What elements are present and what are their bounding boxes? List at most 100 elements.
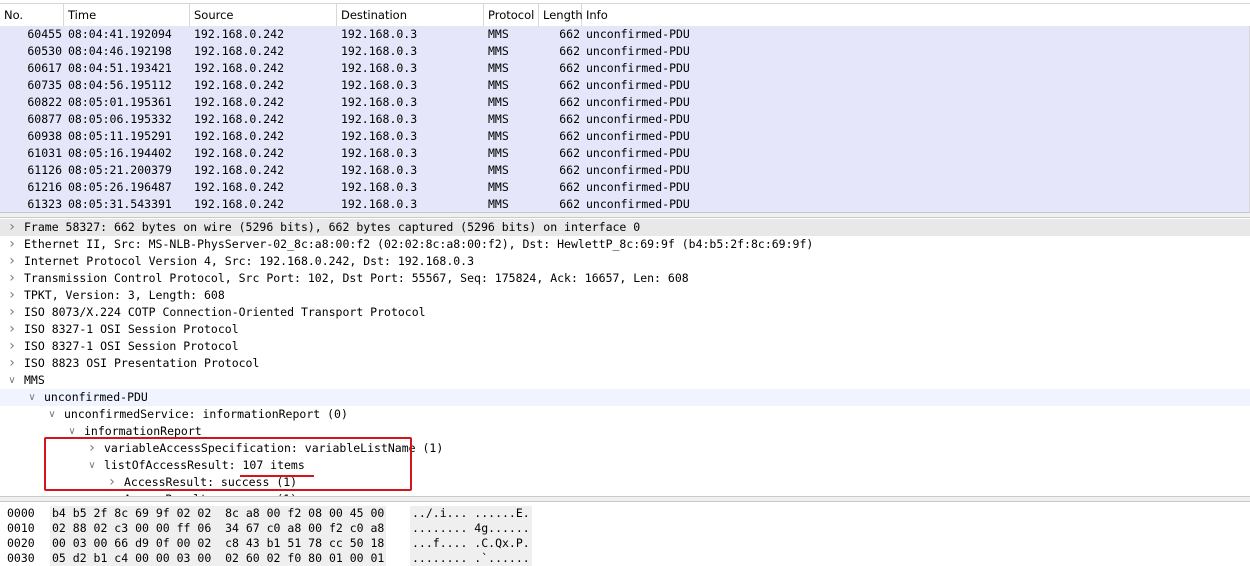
- packet-protocol: MMS: [488, 78, 509, 92]
- packet-length: 662: [559, 95, 580, 109]
- hex-offset: 0020: [7, 536, 35, 550]
- packet-info: unconfirmed-PDU: [586, 27, 690, 41]
- packet-source: 192.168.0.242: [194, 112, 285, 126]
- tree-node[interactable]: › ISO 8823 OSI Presentation Protocol: [0, 355, 1250, 372]
- packet-list[interactable]: No. Time Source Destination Protocol Len…: [0, 0, 1250, 212]
- tree-node-label: ISO 8823 OSI Presentation Protocol: [24, 356, 260, 370]
- packet-row[interactable]: 60617 08:04:51.193421 192.168.0.242 192.168…: [0, 60, 1250, 77]
- tree-node[interactable]: › ISO 8327-1 OSI Session Protocol: [0, 321, 1250, 338]
- hex-row[interactable]: 0000 b4 b5 2f 8c 69 9f 02 02 8c a8 00 f2 …: [0, 506, 1250, 521]
- tree-node-label: MMS: [24, 373, 45, 387]
- packet-no: 60822: [27, 95, 62, 109]
- hex-offset: 0030: [7, 551, 35, 565]
- column-header-destination[interactable]: Destination: [337, 4, 484, 26]
- chevron-right-icon[interactable]: ›: [6, 338, 18, 355]
- tree-node[interactable]: › TPKT, Version: 3, Length: 608: [0, 287, 1250, 304]
- packet-row[interactable]: 60530 08:04:46.192198 192.168.0.242 192.168…: [0, 43, 1250, 60]
- packet-row[interactable]: 60822 08:05:01.195361 192.168.0.242 192.168…: [0, 94, 1250, 111]
- chevron-right-icon[interactable]: ›: [6, 270, 18, 287]
- chevron-right-icon[interactable]: ›: [6, 355, 18, 372]
- packet-protocol: MMS: [488, 95, 509, 109]
- packet-destination: 192.168.0.3: [341, 146, 418, 160]
- column-header-no[interactable]: No.: [0, 4, 64, 26]
- tree-node-label: ISO 8327-1 OSI Session Protocol: [24, 339, 239, 353]
- packet-destination: 192.168.0.3: [341, 27, 418, 41]
- packet-source: 192.168.0.242: [194, 44, 285, 58]
- column-header-length[interactable]: Length: [539, 4, 583, 26]
- packet-row[interactable]: 61216 08:05:26.196487 192.168.0.242 192.168…: [0, 179, 1250, 196]
- column-header-source[interactable]: Source: [190, 4, 337, 26]
- packet-info: unconfirmed-PDU: [586, 61, 690, 75]
- hex-row[interactable]: 0020 00 03 00 66 d9 0f 00 02 c8 43 b1 51 …: [0, 536, 1250, 551]
- packet-destination: 192.168.0.3: [341, 163, 418, 177]
- hex-bytes: 02 88 02 c3 00 00 ff 06 34 67 c0 a8 00 f…: [50, 521, 387, 536]
- chevron-right-icon[interactable]: ›: [6, 236, 18, 253]
- packet-row[interactable]: 60877 08:05:06.195332 192.168.0.242 192.168…: [0, 111, 1250, 128]
- tree-node[interactable]: › Frame 58327: 662 bytes on wire (5296 bi…: [0, 219, 1250, 236]
- chevron-down-icon[interactable]: ∨: [46, 406, 58, 423]
- packet-info: unconfirmed-PDU: [586, 197, 690, 211]
- tree-node[interactable]: › Ethernet II, Src: MS-NLB-PhysServer-02_…: [0, 236, 1250, 253]
- tree-node[interactable]: › ISO 8073/X.224 COTP Connection-Oriented…: [0, 304, 1250, 321]
- tree-node-label: ISO 8327-1 OSI Session Protocol: [24, 322, 239, 336]
- column-header-time[interactable]: Time: [64, 4, 190, 26]
- hex-row[interactable]: 0030 05 d2 b1 c4 00 00 03 00 02 60 02 f0 …: [0, 551, 1250, 566]
- packet-protocol: MMS: [488, 146, 509, 160]
- packet-row[interactable]: 61126 08:05:21.200379 192.168.0.242 192.168…: [0, 162, 1250, 179]
- hex-bytes: 05 d2 b1 c4 00 00 03 00 02 60 02 f0 80 0…: [50, 551, 387, 566]
- packet-time: 08:05:01.195361: [68, 95, 172, 109]
- packet-row[interactable]: 61031 08:05:16.194402 192.168.0.242 192.168…: [0, 145, 1250, 162]
- packet-no: 61323: [27, 197, 62, 211]
- chevron-right-icon[interactable]: ›: [6, 321, 18, 338]
- packet-info: unconfirmed-PDU: [586, 129, 690, 143]
- chevron-right-icon[interactable]: ›: [6, 253, 18, 270]
- packet-info: unconfirmed-PDU: [586, 78, 690, 92]
- packet-time: 08:05:16.194402: [68, 146, 172, 160]
- tree-node[interactable]: ∨ unconfirmedService: informationReport (…: [0, 406, 1250, 423]
- packet-source: 192.168.0.242: [194, 197, 285, 211]
- packet-destination: 192.168.0.3: [341, 61, 418, 75]
- packet-row[interactable]: 60455 08:04:41.192094 192.168.0.242 192.168…: [0, 26, 1250, 43]
- tree-node[interactable]: ∨ unconfirmed-PDU: [0, 389, 1250, 406]
- packet-source: 192.168.0.242: [194, 95, 285, 109]
- chevron-right-icon[interactable]: ›: [6, 287, 18, 304]
- tree-node[interactable]: ∨ MMS: [0, 372, 1250, 389]
- packet-row[interactable]: 60938 08:05:11.195291 192.168.0.242 192.168…: [0, 128, 1250, 145]
- packet-bytes-pane[interactable]: 0000 b4 b5 2f 8c 69 9f 02 02 8c a8 00 f2 …: [0, 503, 1250, 566]
- packet-length: 662: [559, 129, 580, 143]
- hex-ascii: ........ 4g......: [410, 521, 532, 536]
- pane-splitter-top[interactable]: [0, 212, 1250, 218]
- hex-offset: 0000: [7, 506, 35, 520]
- tree-node[interactable]: › ISO 8327-1 OSI Session Protocol: [0, 338, 1250, 355]
- pane-splitter-bottom[interactable]: [0, 496, 1250, 502]
- packet-length: 662: [559, 44, 580, 58]
- tree-node[interactable]: › Transmission Control Protocol, Src Port…: [0, 270, 1250, 287]
- chevron-right-icon[interactable]: ›: [6, 219, 18, 236]
- packet-no: 60735: [27, 78, 62, 92]
- packet-no: 60617: [27, 61, 62, 75]
- column-header-info[interactable]: Info: [582, 4, 1250, 26]
- packet-length: 662: [559, 180, 580, 194]
- packet-time: 08:05:06.195332: [68, 112, 172, 126]
- packet-destination: 192.168.0.3: [341, 78, 418, 92]
- packet-time: 08:05:21.200379: [68, 163, 172, 177]
- packet-length: 662: [559, 61, 580, 75]
- packet-source: 192.168.0.242: [194, 27, 285, 41]
- tree-node-label: TPKT, Version: 3, Length: 608: [24, 288, 225, 302]
- packet-row[interactable]: 61323 08:05:31.543391 192.168.0.242 192.168…: [0, 196, 1250, 212]
- tree-node-label: unconfirmed-PDU: [44, 390, 148, 404]
- chevron-right-icon[interactable]: ›: [6, 304, 18, 321]
- packet-row[interactable]: 60735 08:04:56.195112 192.168.0.242 192.168…: [0, 77, 1250, 94]
- packet-no: 61031: [27, 146, 62, 160]
- hex-ascii: ...f.... .C.Qx.P.: [410, 536, 532, 551]
- packet-time: 08:04:46.192198: [68, 44, 172, 58]
- packet-time: 08:05:11.195291: [68, 129, 172, 143]
- column-header-protocol[interactable]: Protocol: [484, 4, 539, 26]
- annotation-highlight-box: [44, 437, 412, 491]
- chevron-down-icon[interactable]: ∨: [6, 372, 18, 389]
- hex-row[interactable]: 0010 02 88 02 c3 00 00 ff 06 34 67 c0 a8 …: [0, 521, 1250, 536]
- packet-info: unconfirmed-PDU: [586, 44, 690, 58]
- chevron-down-icon[interactable]: ∨: [26, 389, 38, 406]
- packet-time: 08:05:31.543391: [68, 197, 172, 211]
- tree-node[interactable]: › Internet Protocol Version 4, Src: 192.1…: [0, 253, 1250, 270]
